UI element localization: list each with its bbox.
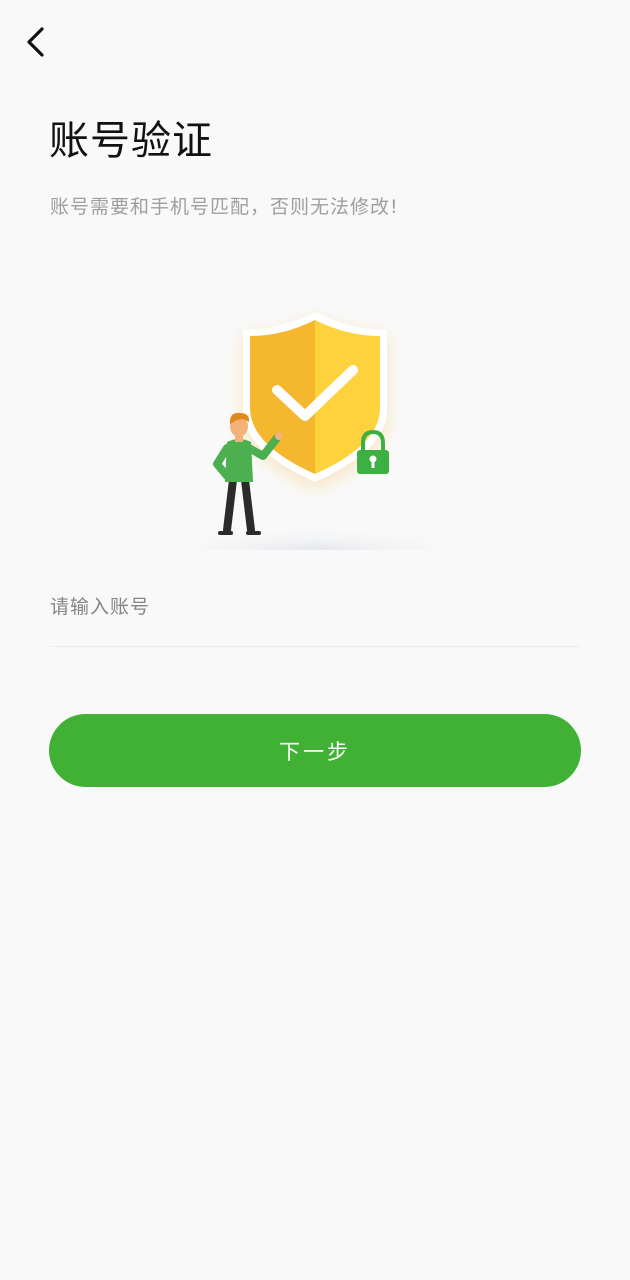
chevron-left-icon [27,27,44,57]
page-subtitle: 账号需要和手机号匹配，否则无法修改! [50,196,399,218]
back-button[interactable] [12,18,60,66]
ground-shadow [170,510,460,550]
next-button[interactable]: 下一步 [49,714,581,787]
account-input-underline [50,646,580,647]
verification-illustration [165,300,465,560]
page-title: 账号验证 [49,118,213,164]
account-input[interactable] [50,584,580,630]
